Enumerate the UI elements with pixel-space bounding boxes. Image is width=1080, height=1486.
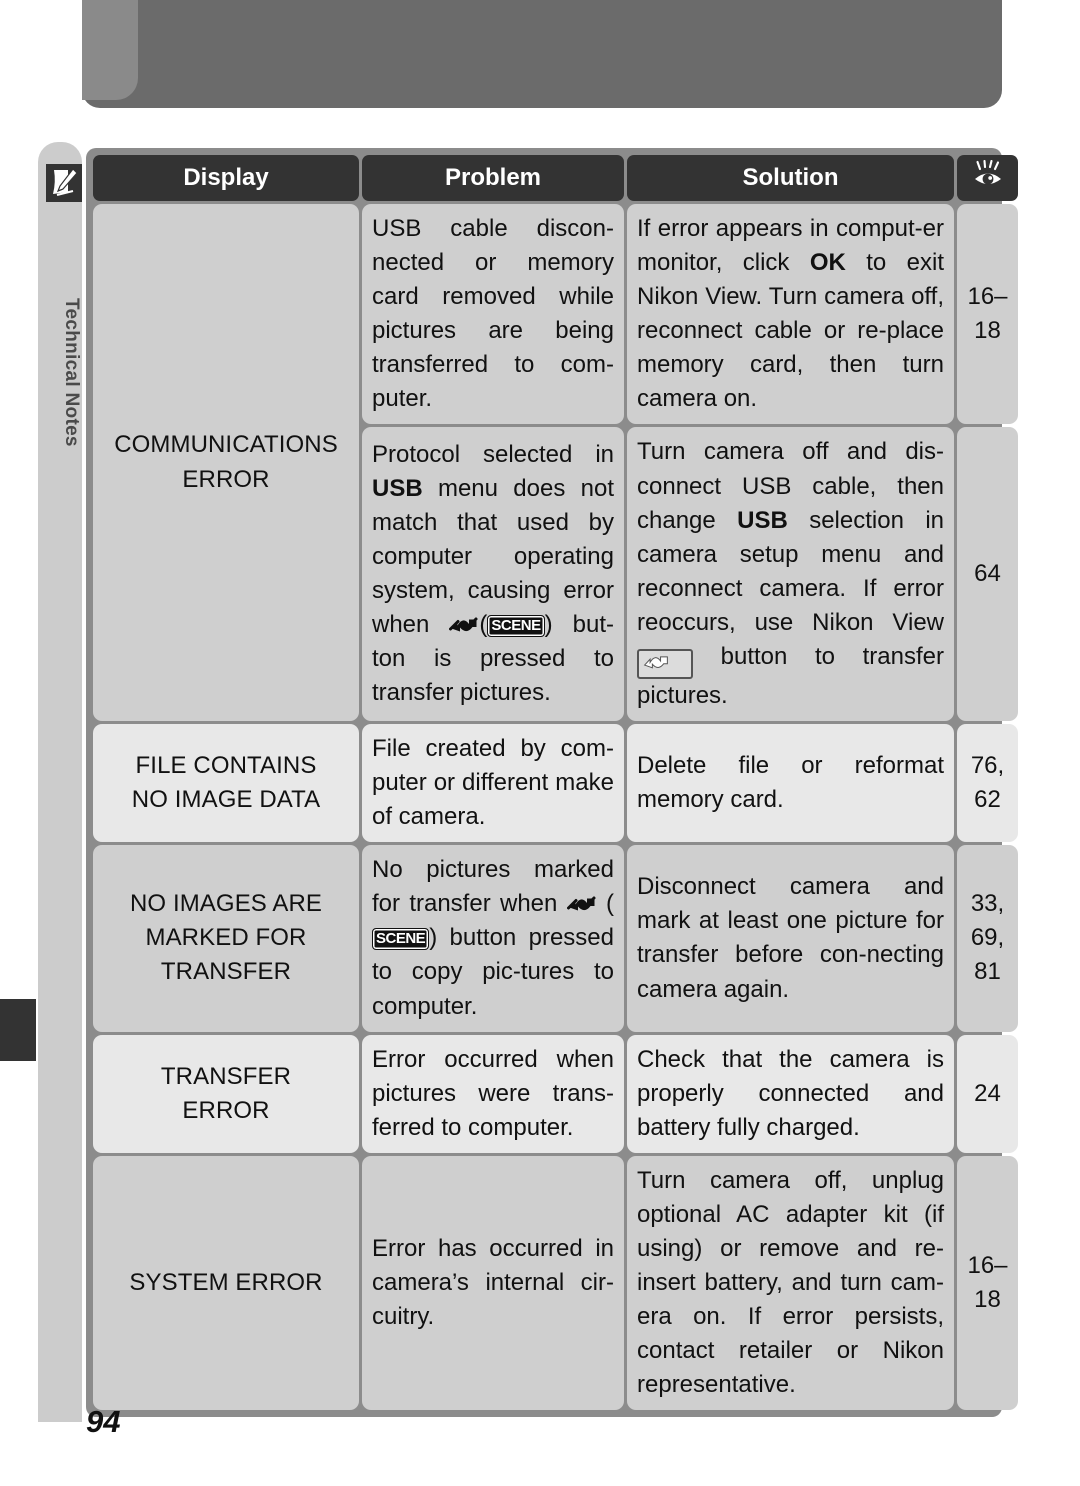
manual-page: Technical Notes Display Problem Solution (0, 0, 1080, 1486)
display-line-1: COMMUNICATIONS (114, 431, 338, 459)
solution-usb-keyword: USB (737, 506, 788, 534)
cell-reference-3[interactable]: 76, 62 (957, 724, 1018, 843)
cell-solution-2: Turn camera off and dis-connect USB cabl… (627, 427, 954, 722)
page-number: 94 (86, 1404, 121, 1439)
cell-problem-5: Error occurred when pictures were trans-… (362, 1034, 624, 1153)
display-line-2: MARKED FOR (145, 924, 307, 952)
cell-display-system-error: SYSTEM ERROR (93, 1155, 359, 1411)
problem-text-6: Error has occurred in camera’s internal … (372, 1235, 614, 1331)
error-message-table: Display Problem Solution COMMUNICATIONS … (90, 152, 1021, 1413)
column-header-display: Display (93, 155, 359, 201)
paren-open: ( (479, 611, 488, 639)
problem-text-5: Error occurred when pictures were trans-… (372, 1045, 614, 1141)
display-line-2: ERROR (182, 1096, 270, 1124)
ref-line-1: 16– (967, 283, 1008, 311)
header-band (82, 0, 1002, 108)
table-header-row: Display Problem Solution (93, 155, 1018, 201)
transfer-arrow-icon (449, 611, 479, 633)
cell-display-no-images-marked: NO IMAGES ARE MARKED FOR TRANSFER (93, 845, 359, 1032)
solution-text-5: Check that the camera is properly connec… (637, 1045, 944, 1141)
solution-ok-keyword: OK (809, 249, 846, 277)
table-row: FILE CONTAINS NO IMAGE DATA File created… (93, 724, 1018, 843)
cell-solution-4: Disconnect camera and mark at least one … (627, 845, 954, 1032)
cell-solution-3: Delete file or reformat memory card. (627, 724, 954, 843)
column-header-problem: Problem (362, 155, 624, 201)
error-message-table-wrapper: Display Problem Solution COMMUNICATIONS … (86, 148, 1018, 1418)
display-line-2: NO IMAGE DATA (131, 786, 321, 814)
scene-button-badge: SCENE (372, 928, 430, 951)
ref-line-2: 62 (974, 786, 1001, 814)
cell-solution-5: Check that the camera is properly connec… (627, 1034, 954, 1153)
column-header-reference (957, 155, 1018, 201)
display-line-1: TRANSFER (160, 1062, 292, 1090)
header-band-left-block (82, 0, 138, 100)
ref-line-1: 16– (967, 1252, 1008, 1280)
cell-solution-6: Turn camera off, unplug optional AC adap… (627, 1155, 954, 1411)
scene-button-badge: SCENE (487, 615, 545, 638)
display-line-1: SYSTEM ERROR (129, 1269, 323, 1297)
solution-text-6: Turn camera off, unplug optional AC adap… (637, 1166, 944, 1399)
display-line-2: ERROR (182, 465, 270, 493)
display-line-1: NO IMAGES ARE (129, 890, 322, 918)
cell-reference-2[interactable]: 64 (957, 427, 1018, 722)
cell-display-communications-error: COMMUNICATIONS ERROR (93, 204, 359, 722)
edge-thumb-marker (0, 999, 36, 1061)
ref-line-3: 81 (974, 958, 1001, 986)
transfer-button-icon (637, 648, 693, 679)
ref-line-2: 18 (974, 317, 1001, 345)
ref-value: 64 (974, 560, 1001, 588)
cell-display-transfer-error: TRANSFER ERROR (93, 1034, 359, 1153)
ref-value: 24 (974, 1079, 1001, 1107)
ref-line-2: 18 (974, 1286, 1001, 1314)
transfer-arrow-icon (566, 890, 597, 912)
problem-text-2a: Protocol selected in (372, 440, 614, 468)
table-row: TRANSFER ERROR Error occurred when pictu… (93, 1034, 1018, 1153)
cell-problem-2: Protocol selected in USB menu does not m… (362, 427, 624, 722)
column-header-solution: Solution (627, 155, 954, 201)
ref-line-2: 69, (970, 924, 1005, 952)
cell-reference-4[interactable]: 33, 69, 81 (957, 845, 1018, 1032)
chapter-tab-label: Technical Notes (61, 297, 82, 447)
cell-reference-1[interactable]: 16– 18 (957, 204, 1018, 425)
cell-problem-6: Error has occurred in camera’s internal … (362, 1155, 624, 1411)
eye-reference-icon (971, 159, 1005, 197)
table-row: SYSTEM ERROR Error has occurred in camer… (93, 1155, 1018, 1411)
cell-problem-3: File created by com-puter or different m… (362, 724, 624, 843)
solution-text-3: Delete file or reformat memory card. (637, 752, 944, 814)
cell-reference-5[interactable]: 24 (957, 1034, 1018, 1153)
ref-line-1: 33, (970, 890, 1005, 918)
display-line-3: TRANSFER (160, 958, 292, 986)
ref-line-1: 76, (970, 752, 1005, 780)
cell-display-file-contains-no-image-data: FILE CONTAINS NO IMAGE DATA (93, 724, 359, 843)
table-row: COMMUNICATIONS ERROR USB cable discon-ne… (93, 204, 1018, 722)
cell-problem-1: USB cable discon-nected or memory card r… (362, 204, 624, 425)
problem-text-3: File created by com-puter or different m… (372, 735, 614, 831)
problem-usb-keyword: USB (372, 475, 423, 502)
display-line-1: FILE CONTAINS (135, 752, 317, 780)
paren-open: ( (596, 890, 614, 918)
problem-text-1: USB cable discon-nected or memory card r… (372, 215, 614, 413)
cell-problem-4: No pictures marked for transfer when (SC… (362, 845, 624, 1032)
cell-solution-1: If error appears in comput-er monitor, c… (627, 204, 954, 425)
table-row: NO IMAGES ARE MARKED FOR TRANSFER No pic… (93, 845, 1018, 1032)
solution-text-4: Disconnect camera and mark at least one … (637, 873, 944, 1003)
note-pencil-icon (46, 164, 82, 202)
cell-reference-6[interactable]: 16– 18 (957, 1155, 1018, 1411)
